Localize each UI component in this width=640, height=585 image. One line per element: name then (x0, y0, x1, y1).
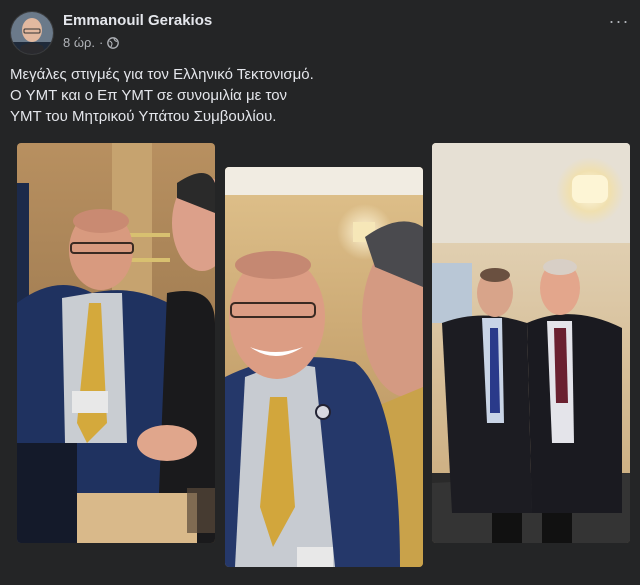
post-text-line: Μεγάλες στιγμές για τον Ελληνικό Τεκτονι… (10, 66, 314, 83)
post-photo-1[interactable] (17, 143, 215, 543)
post-text-line: Ο ΥΜΤ και ο Επ ΥΜΤ σε συνομιλία με τον (10, 87, 288, 104)
post-photo-2[interactable] (225, 167, 423, 567)
post-meta: 8 ώρ. · (63, 35, 120, 50)
author-avatar[interactable] (10, 11, 54, 55)
post-card: Emmanouil Gerakios 8 ώρ. · ··· Μεγάλες σ… (0, 0, 640, 585)
post-time[interactable]: 8 ώρ. (63, 35, 95, 50)
post-text: Μεγάλες στιγμές για τον Ελληνικό Τεκτονι… (10, 64, 610, 127)
meta-separator: · (99, 35, 104, 50)
globe-icon[interactable] (107, 36, 120, 49)
more-options-icon[interactable]: ··· (608, 12, 630, 30)
post-photo-3[interactable] (432, 143, 630, 543)
post-text-line: ΥΜΤ του Μητρικού Υπάτου Συμβουλίου. (10, 108, 277, 125)
author-name[interactable]: Emmanouil Gerakios (63, 12, 212, 29)
